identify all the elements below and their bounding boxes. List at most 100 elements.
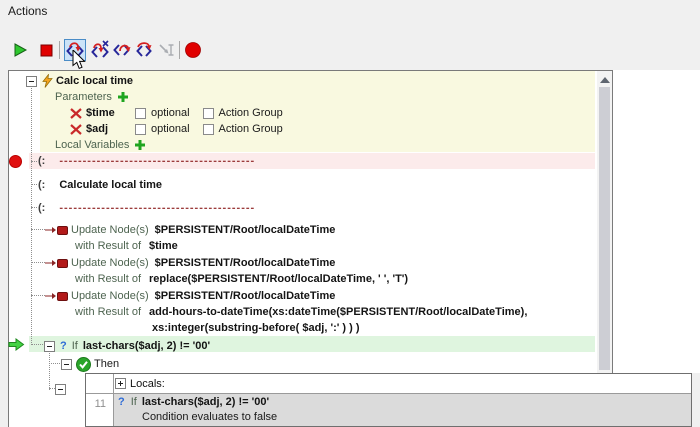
run-button[interactable] bbox=[9, 39, 31, 61]
tree-line bbox=[49, 350, 50, 390]
param-name: $time bbox=[86, 107, 135, 119]
action-arrow-icon bbox=[45, 259, 56, 267]
tree-row-if-condition[interactable]: ? If last-chars($adj, 2) != '00' bbox=[44, 338, 210, 354]
tree-row-nested[interactable] bbox=[55, 381, 66, 397]
tree-line bbox=[31, 229, 45, 230]
stop-icon bbox=[37, 41, 55, 59]
action-group-label: Action Group bbox=[219, 107, 283, 119]
step-out-button[interactable] bbox=[111, 39, 133, 61]
optional-label: optional bbox=[151, 123, 190, 135]
tree-line bbox=[49, 363, 60, 364]
tree-line bbox=[31, 295, 45, 296]
stop-button[interactable] bbox=[35, 39, 57, 61]
comment-marker: (: bbox=[38, 179, 45, 191]
action-label: Update Node(s) bbox=[71, 224, 149, 236]
run-to-end-icon bbox=[134, 40, 154, 60]
tree-line bbox=[31, 161, 37, 162]
tree-line bbox=[31, 184, 37, 185]
update-target: $PERSISTENT/Root/localDateTime bbox=[155, 224, 336, 236]
tree-row-action-group[interactable]: Calc local time bbox=[26, 73, 133, 89]
if-label: If bbox=[72, 340, 78, 352]
insert-point-icon bbox=[156, 40, 176, 60]
action-group-checkbox[interactable] bbox=[203, 108, 214, 119]
vertical-scrollbar[interactable] bbox=[597, 71, 612, 425]
action-group-checkbox[interactable] bbox=[203, 124, 214, 135]
tree-row-param-adj[interactable]: $adj optional Action Group bbox=[70, 121, 283, 137]
then-label: Then bbox=[94, 358, 119, 370]
action-dot-icon bbox=[57, 292, 68, 301]
mouse-cursor bbox=[72, 50, 88, 72]
add-variable-icon[interactable] bbox=[134, 139, 146, 151]
comment-dashes: ----------------------------------------… bbox=[59, 202, 255, 214]
toggle-breakpoint-button[interactable] bbox=[182, 39, 204, 61]
toolbar-separator bbox=[179, 41, 180, 59]
action-label: Update Node(s) bbox=[71, 257, 149, 269]
tree-row-update-node[interactable]: Update Node(s) $PERSISTENT/Root/localDat… bbox=[45, 255, 335, 271]
optional-checkbox[interactable] bbox=[135, 108, 146, 119]
action-arrow-icon bbox=[45, 226, 56, 234]
if-expression: last-chars($adj, 2) != '00' bbox=[142, 396, 269, 408]
tree-row-comment-text[interactable]: (: Calculate local time bbox=[38, 177, 162, 193]
debugger-evaluation-popup: Locals: 11 ? If last-chars($adj, 2) != '… bbox=[85, 373, 692, 427]
comment-marker: (: bbox=[38, 202, 45, 214]
tree-row-comment-divider[interactable]: (: -------------------------------------… bbox=[38, 200, 255, 216]
collapse-toggle[interactable] bbox=[55, 384, 66, 395]
result-expression: $time bbox=[149, 240, 178, 252]
action-group-title: Calc local time bbox=[56, 75, 133, 87]
current-line-arrow-icon bbox=[8, 338, 25, 351]
delete-icon[interactable] bbox=[70, 108, 82, 119]
tree-row-update-node[interactable]: Update Node(s) $PERSISTENT/Root/localDat… bbox=[45, 288, 335, 304]
collapse-toggle[interactable] bbox=[26, 76, 37, 87]
if-expression: last-chars($adj, 2) != '00' bbox=[83, 340, 210, 352]
evaluation-body: ? If last-chars($adj, 2) != '00' Conditi… bbox=[114, 394, 691, 426]
comment-marker: (: bbox=[38, 155, 45, 167]
with-result-label: with Result of bbox=[75, 240, 141, 252]
result-text: Condition evaluates to false bbox=[142, 411, 277, 423]
local-variables-label: Local Variables bbox=[55, 139, 129, 151]
actions-panel: Actions bbox=[0, 0, 700, 427]
add-parameter-icon[interactable] bbox=[117, 91, 129, 103]
tree-row-update-node[interactable]: Update Node(s) $PERSISTENT/Root/localDat… bbox=[45, 222, 335, 238]
optional-checkbox[interactable] bbox=[135, 124, 146, 135]
result-expression: replace($PERSISTENT/Root/localDateTime, … bbox=[149, 273, 408, 285]
scroll-up-arrow[interactable] bbox=[600, 77, 610, 83]
editor-background bbox=[613, 70, 700, 373]
step-over-button[interactable] bbox=[89, 39, 111, 61]
collapse-toggle[interactable] bbox=[61, 359, 72, 370]
tree-row-param-time[interactable]: $time optional Action Group bbox=[70, 105, 283, 121]
collapse-toggle[interactable] bbox=[44, 341, 55, 352]
evaluation-result-line: Condition evaluates to false bbox=[114, 409, 691, 424]
step-over-x-icon bbox=[90, 40, 110, 60]
tree-row-with-result[interactable]: with Result of replace($PERSISTENT/Root/… bbox=[75, 271, 408, 287]
play-icon bbox=[11, 41, 29, 59]
result-expression-line2: xs:integer(substring-before( $adj, ':' )… bbox=[152, 322, 360, 334]
tree-row-with-result[interactable]: with Result of $time bbox=[75, 238, 178, 254]
run-to-end-button[interactable] bbox=[133, 39, 155, 61]
tree-line bbox=[31, 262, 45, 263]
step-out-icon bbox=[112, 40, 132, 60]
locals-header-row[interactable]: Locals: bbox=[86, 374, 691, 394]
with-result-label: with Result of bbox=[75, 306, 141, 318]
tree-row-with-result[interactable]: with Result of add-hours-to-dateTime(xs:… bbox=[75, 304, 527, 320]
tree-line bbox=[31, 86, 32, 345]
breakpoint-indicator[interactable] bbox=[9, 155, 22, 168]
tree-row-then-branch[interactable]: Then bbox=[61, 356, 119, 372]
breakpoint-icon bbox=[184, 41, 202, 59]
tree-line bbox=[31, 207, 37, 208]
tree-row-local-variables[interactable]: Local Variables bbox=[55, 137, 146, 153]
insert-point-button-disabled bbox=[155, 39, 177, 61]
toolbar-separator bbox=[59, 41, 60, 59]
action-dot-icon bbox=[57, 259, 68, 268]
check-circle-icon bbox=[76, 357, 91, 372]
scrollbar-thumb[interactable] bbox=[599, 87, 610, 370]
delete-icon[interactable] bbox=[70, 124, 82, 135]
evaluated-condition-line: ? If last-chars($adj, 2) != '00' bbox=[114, 394, 691, 409]
result-expression-line1: add-hours-to-dateTime(xs:dateTime($PERSI… bbox=[149, 306, 527, 318]
comment-text: Calculate local time bbox=[59, 179, 162, 191]
panel-title: Actions bbox=[8, 4, 47, 18]
locals-label: Locals: bbox=[130, 378, 165, 390]
tree-row-parameters[interactable]: Parameters bbox=[55, 89, 129, 105]
tree-row-expression-continuation[interactable]: xs:integer(substring-before( $adj, ':' )… bbox=[152, 320, 360, 336]
tree-row-comment-divider[interactable]: (: -------------------------------------… bbox=[38, 153, 255, 169]
locals-expand-toggle[interactable] bbox=[115, 378, 126, 389]
